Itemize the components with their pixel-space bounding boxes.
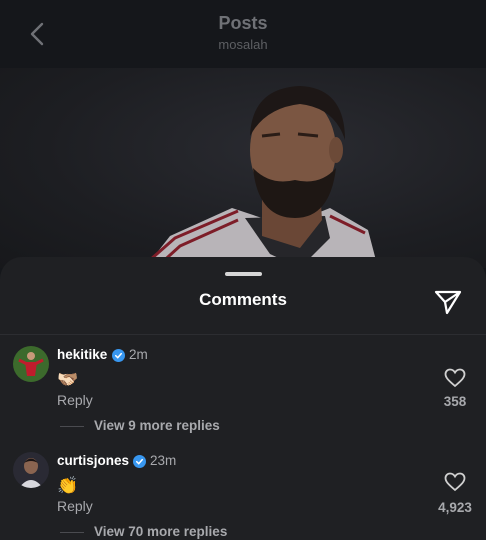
view-replies-button[interactable]: View 70 more replies: [94, 524, 227, 539]
comments-sheet: Comments hekitike 2m 🫱🏻‍🫲🏽 Reply View 9 …: [0, 257, 486, 540]
verified-badge-icon: [133, 455, 146, 468]
share-button[interactable]: [433, 288, 463, 316]
comment-time: 23m: [150, 453, 177, 468]
comment-time: 2m: [129, 347, 148, 362]
drag-handle[interactable]: [225, 272, 262, 276]
reply-button[interactable]: Reply: [57, 392, 93, 408]
comments-title: Comments: [199, 290, 287, 309]
player-photo-illustration: [145, 86, 378, 268]
reply-button[interactable]: Reply: [57, 498, 93, 514]
comment-item: curtisjones 23m 👏 Reply View 70 more rep…: [0, 450, 486, 540]
avatar-image: [13, 346, 49, 382]
heart-icon[interactable]: [444, 472, 466, 492]
post-photo[interactable]: [0, 68, 486, 268]
comment-username[interactable]: hekitike: [57, 347, 107, 362]
heart-icon[interactable]: [444, 368, 466, 388]
comment-username[interactable]: curtisjones: [57, 453, 129, 468]
divider: [0, 334, 486, 335]
comment-text: 👏: [57, 476, 79, 495]
like-count: 358: [443, 394, 467, 409]
view-replies-button[interactable]: View 9 more replies: [94, 418, 220, 433]
like-count: 4,923: [438, 500, 472, 515]
avatar-image: [13, 452, 49, 488]
page-subtitle-username[interactable]: mosalah: [0, 37, 486, 52]
replies-line: [60, 532, 84, 533]
verified-badge-icon: [112, 349, 125, 362]
page-title: Posts: [218, 13, 268, 33]
avatar[interactable]: [13, 452, 49, 488]
comment-item: hekitike 2m 🫱🏻‍🫲🏽 Reply View 9 more repl…: [0, 344, 486, 450]
comment-text: 🫱🏻‍🫲🏽: [57, 370, 79, 389]
replies-line: [60, 426, 84, 427]
top-bar: Posts mosalah: [0, 0, 486, 68]
avatar[interactable]: [13, 346, 49, 382]
send-icon: [434, 290, 462, 315]
